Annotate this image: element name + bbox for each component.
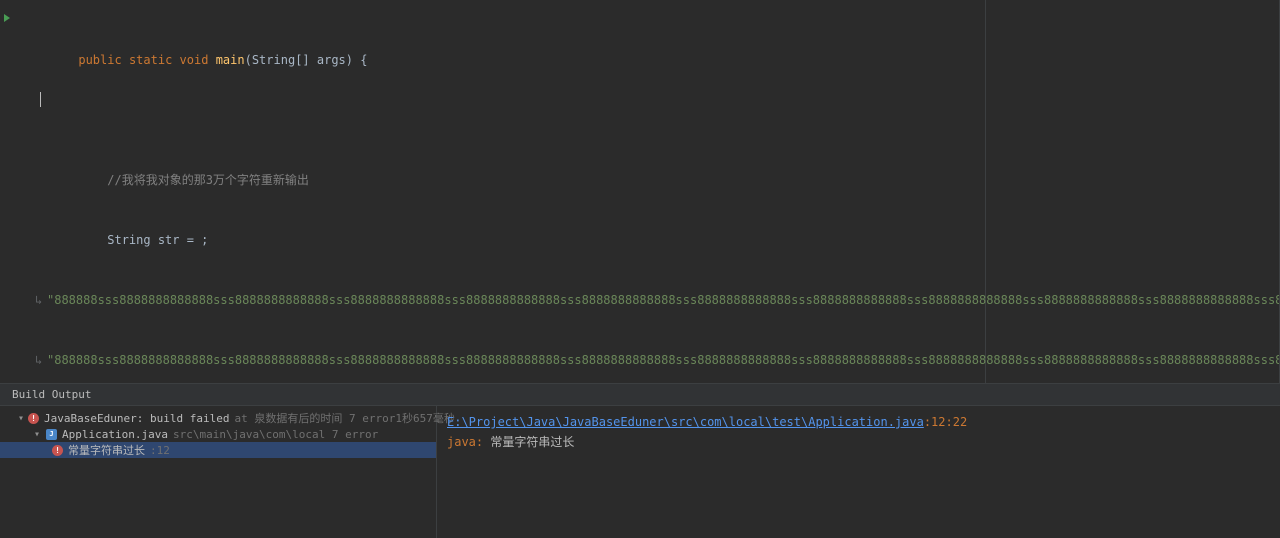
param-type: String: [252, 53, 295, 67]
code-line[interactable]: //我将我对象的那3万个字符重新输出: [35, 170, 1279, 190]
param-name: args: [317, 53, 346, 67]
code-content[interactable]: public static void main(String[] args) {…: [0, 0, 1279, 383]
string-text: "888888sss8888888888888sss8888888888888s…: [47, 293, 1279, 307]
tree-label: Application.java: [62, 428, 168, 441]
method-name: main: [216, 53, 245, 67]
string-wrap-line[interactable]: ↳"888888sss8888888888888sss8888888888888…: [35, 290, 1279, 310]
build-panel-body: ▾ ! JavaBaseEduner: build failed at 泉数据有…: [0, 406, 1280, 538]
tree-row-file[interactable]: ▾ J Application.java src\main\java\com\l…: [0, 426, 436, 442]
wrap-arrow-icon: ↳: [35, 350, 47, 370]
method-end: ) {: [346, 53, 368, 67]
java-file-icon: J: [46, 429, 57, 440]
tree-row-error-selected[interactable]: ! 常量字符串过长 :12: [0, 442, 436, 458]
output-error-line: java: 常量字符串过长: [447, 432, 1270, 452]
tree-extra: src\main\java\com\local 7 error: [173, 428, 378, 441]
error-message: 常量字符串过长: [490, 435, 574, 449]
tree-label: JavaBaseEduner:: [44, 412, 143, 425]
keyword-void: void: [180, 53, 209, 67]
build-panel: Build Output ▾ ! JavaBaseEduner: build f…: [0, 383, 1280, 538]
tree-extra: :12: [150, 444, 170, 457]
code-editor[interactable]: public static void main(String[] args) {…: [0, 0, 1280, 383]
error-icon: !: [52, 445, 63, 456]
paren: (: [245, 53, 252, 67]
collapse-caret-icon[interactable]: ▾: [18, 413, 24, 424]
tree-status: build failed: [143, 412, 229, 425]
wrap-arrow-icon: ↳: [35, 290, 47, 310]
keyword-public: public: [78, 53, 121, 67]
code-line-empty[interactable]: [35, 110, 1279, 130]
code-line[interactable]: public static void main(String[] args) {: [35, 50, 1279, 70]
string-text: "888888sss8888888888888sss8888888888888s…: [47, 353, 1279, 367]
output-file-line: E:\Project\Java\JavaBaseEduner\src\com\l…: [447, 412, 1270, 432]
error-position: :12:22: [924, 415, 967, 429]
collapse-caret-icon[interactable]: ▾: [34, 429, 42, 440]
tree-label: 常量字符串过长: [68, 442, 145, 458]
build-tree[interactable]: ▾ ! JavaBaseEduner: build failed at 泉数据有…: [0, 406, 437, 538]
build-output[interactable]: E:\Project\Java\JavaBaseEduner\src\com\l…: [437, 406, 1280, 538]
code-line[interactable]: String str = ;: [35, 230, 1279, 250]
error-icon: !: [28, 413, 39, 424]
tree-extra: at 泉数据有后的时间 7 error: [234, 410, 395, 426]
string-wrap-line[interactable]: ↳"888888sss8888888888888sss8888888888888…: [35, 350, 1279, 370]
var-rest: str = ;: [151, 233, 209, 247]
brackets: []: [295, 53, 309, 67]
tree-row-root[interactable]: ▾ ! JavaBaseEduner: build failed at 泉数据有…: [0, 410, 436, 426]
error-file-link[interactable]: E:\Project\Java\JavaBaseEduner\src\com\l…: [447, 415, 924, 429]
comment: //我将我对象的那3万个字符重新输出: [107, 173, 309, 187]
build-panel-header[interactable]: Build Output: [0, 384, 1280, 406]
error-prefix: java:: [447, 435, 483, 449]
build-panel-title: Build Output: [12, 388, 91, 401]
keyword-static: static: [129, 53, 172, 67]
var-type: String: [107, 233, 150, 247]
